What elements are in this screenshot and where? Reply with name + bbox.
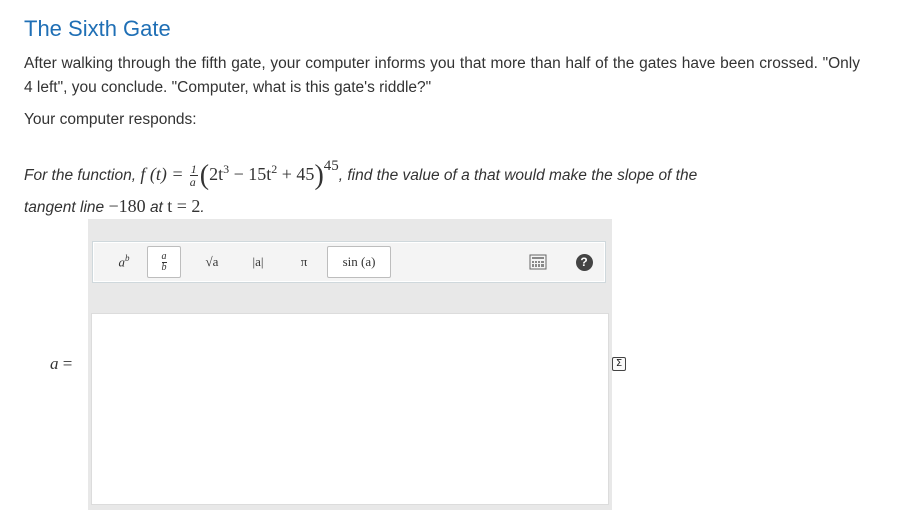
open-paren: ( bbox=[199, 160, 210, 191]
equation-editor-icon[interactable]: Σ bbox=[612, 357, 626, 371]
keyboard-icon bbox=[529, 254, 547, 270]
intro-paragraph: After walking through the fifth gate, yo… bbox=[24, 55, 860, 96]
function-lhs: f (t) = bbox=[140, 164, 184, 184]
page-title: The Sixth Gate bbox=[24, 16, 171, 41]
question-line2-start: tangent line bbox=[24, 199, 105, 216]
fraction-button[interactable]: ab bbox=[147, 246, 181, 278]
answer-label: a = bbox=[50, 354, 73, 373]
responds-text: Your computer responds: bbox=[24, 111, 197, 128]
math-toolbar: ab ab √a |a| π sin (a) ? bbox=[92, 241, 606, 283]
sin-button[interactable]: sin (a) bbox=[327, 246, 391, 278]
fraction-denominator: a bbox=[189, 175, 196, 190]
sqrt-button[interactable]: √a bbox=[195, 246, 229, 278]
poly-term-3: + 45 bbox=[277, 164, 315, 184]
answer-input[interactable] bbox=[91, 313, 609, 505]
period: . bbox=[200, 199, 205, 216]
question-text: For the function, f (t) = 1 a (2t3 − 15t2 … bbox=[24, 154, 860, 223]
close-paren: ) bbox=[314, 160, 324, 191]
power-button[interactable]: ab bbox=[107, 246, 141, 278]
math-editor: ab ab √a |a| π sin (a) ? bbox=[88, 219, 612, 510]
question-prefix: For the function, bbox=[24, 167, 137, 184]
question-suffix: , find the value of a that would make th… bbox=[338, 167, 698, 184]
t-equals: t = 2 bbox=[167, 196, 201, 216]
fraction-1-over-a: 1a bbox=[189, 163, 198, 190]
poly-term-2: − 15t2 bbox=[229, 162, 278, 184]
poly-term-1: 2t3 bbox=[209, 162, 230, 184]
help-icon: ? bbox=[575, 253, 593, 271]
keyboard-button[interactable] bbox=[521, 246, 555, 278]
slope-value: −180 bbox=[108, 196, 146, 216]
question-at: at bbox=[149, 199, 163, 216]
help-button[interactable]: ? bbox=[567, 246, 601, 278]
outer-exponent: 45 bbox=[323, 158, 339, 174]
abs-button[interactable]: |a| bbox=[241, 246, 275, 278]
pi-button[interactable]: π bbox=[287, 246, 321, 278]
